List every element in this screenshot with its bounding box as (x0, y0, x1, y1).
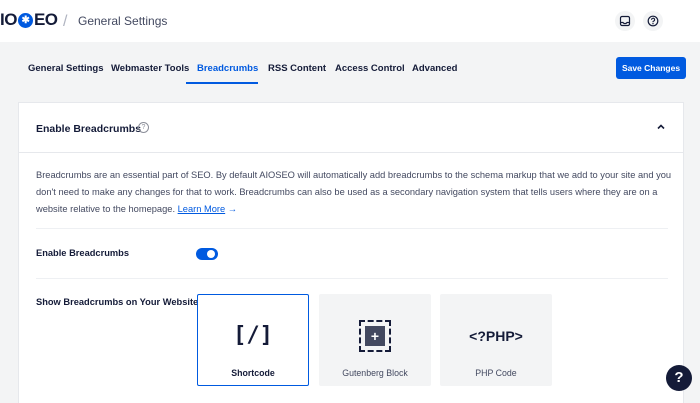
gutenberg-block-icon: + (359, 320, 391, 352)
logo-gear-icon: ✱ (17, 12, 33, 28)
tab-access-control[interactable]: Access Control (335, 63, 405, 74)
shortcode-icon: [/] (233, 323, 273, 348)
php-code-icon: <?PHP> (469, 328, 523, 344)
tab-webmaster-tools[interactable]: Webmaster Tools (111, 63, 189, 74)
save-changes-button[interactable]: Save Changes (616, 57, 686, 79)
logo-divider: / (63, 13, 68, 30)
learn-more-arrow-icon: → (227, 204, 238, 214)
aioseo-logo[interactable]: IO ✱ EO (0, 10, 58, 30)
option-shortcode[interactable]: [/] Shortcode (197, 294, 309, 386)
description-text: Breadcrumbs are an essential part of SEO… (36, 170, 672, 214)
enable-breadcrumbs-label: Enable Breadcrumbs (36, 248, 130, 258)
option-gutenberg-block[interactable]: + Gutenberg Block (319, 294, 431, 386)
page-title: General Settings (78, 14, 168, 28)
tab-general-settings[interactable]: General Settings (28, 63, 104, 74)
tab-rss-content[interactable]: RSS Content (268, 63, 326, 74)
logo-prefix: IO (0, 10, 17, 29)
enable-breadcrumbs-toggle[interactable] (196, 248, 218, 260)
inbox-icon[interactable] (615, 11, 635, 31)
logo-suffix: EO (33, 10, 58, 29)
breadcrumbs-card: Enable Breadcrumbs ? Breadcrumbs are an … (18, 102, 684, 403)
show-breadcrumbs-label: Show Breadcrumbs on Your Website (36, 297, 199, 307)
tab-advanced[interactable]: Advanced (412, 63, 457, 74)
option-php-code[interactable]: <?PHP> PHP Code (440, 294, 552, 386)
row-divider (36, 278, 668, 279)
option-label: Shortcode (231, 368, 275, 378)
option-label: Gutenberg Block (342, 368, 408, 378)
learn-more-link[interactable]: Learn More (178, 204, 226, 214)
top-bar: IO ✱ EO / General Settings (0, 0, 700, 42)
settings-tabs: General Settings Webmaster Tools Breadcr… (0, 42, 700, 88)
row-divider (36, 228, 668, 229)
block-plus-glyph: + (365, 326, 385, 346)
help-chat-button[interactable]: ? (666, 365, 692, 391)
active-tab-indicator (186, 82, 258, 84)
option-label: PHP Code (475, 368, 517, 378)
breadcrumbs-description: Breadcrumbs are an essential part of SEO… (36, 167, 676, 218)
tab-breadcrumbs[interactable]: Breadcrumbs (197, 63, 258, 74)
info-icon[interactable]: ? (138, 122, 149, 133)
card-header[interactable]: Enable Breadcrumbs ? (19, 103, 683, 153)
card-title: Enable Breadcrumbs (36, 123, 142, 135)
help-icon[interactable] (643, 11, 663, 31)
chevron-up-icon[interactable] (655, 121, 667, 133)
